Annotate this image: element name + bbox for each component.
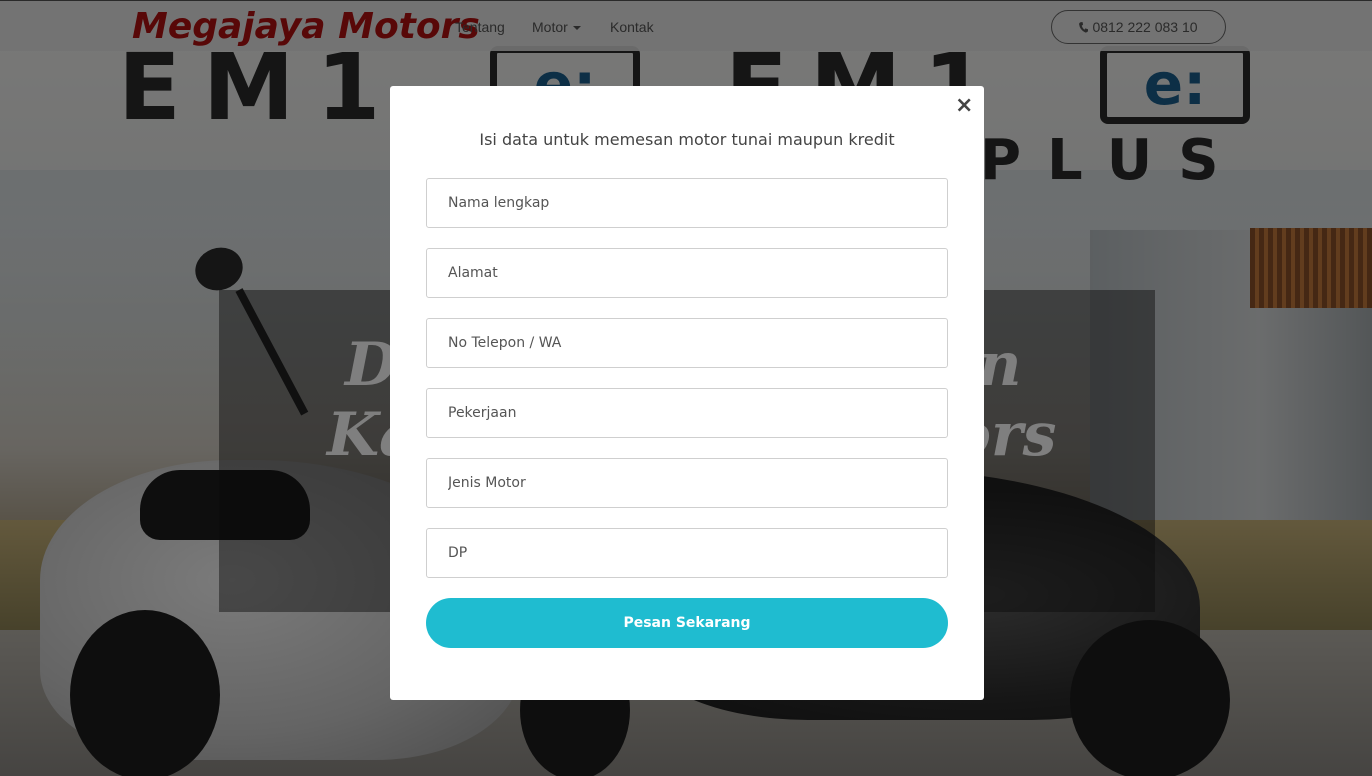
down-payment-field[interactable]	[426, 528, 948, 578]
phone-field[interactable]	[426, 318, 948, 368]
modal-title: Isi data untuk memesan motor tunai maupu…	[479, 130, 895, 149]
motor-type-field[interactable]	[426, 458, 948, 508]
order-now-button[interactable]: Pesan Sekarang	[426, 598, 948, 648]
name-field[interactable]	[426, 178, 948, 228]
occupation-field[interactable]	[426, 388, 948, 438]
navbar-backdrop	[0, 0, 1372, 51]
close-icon[interactable]: ×	[955, 95, 973, 117]
address-field[interactable]	[426, 248, 948, 298]
